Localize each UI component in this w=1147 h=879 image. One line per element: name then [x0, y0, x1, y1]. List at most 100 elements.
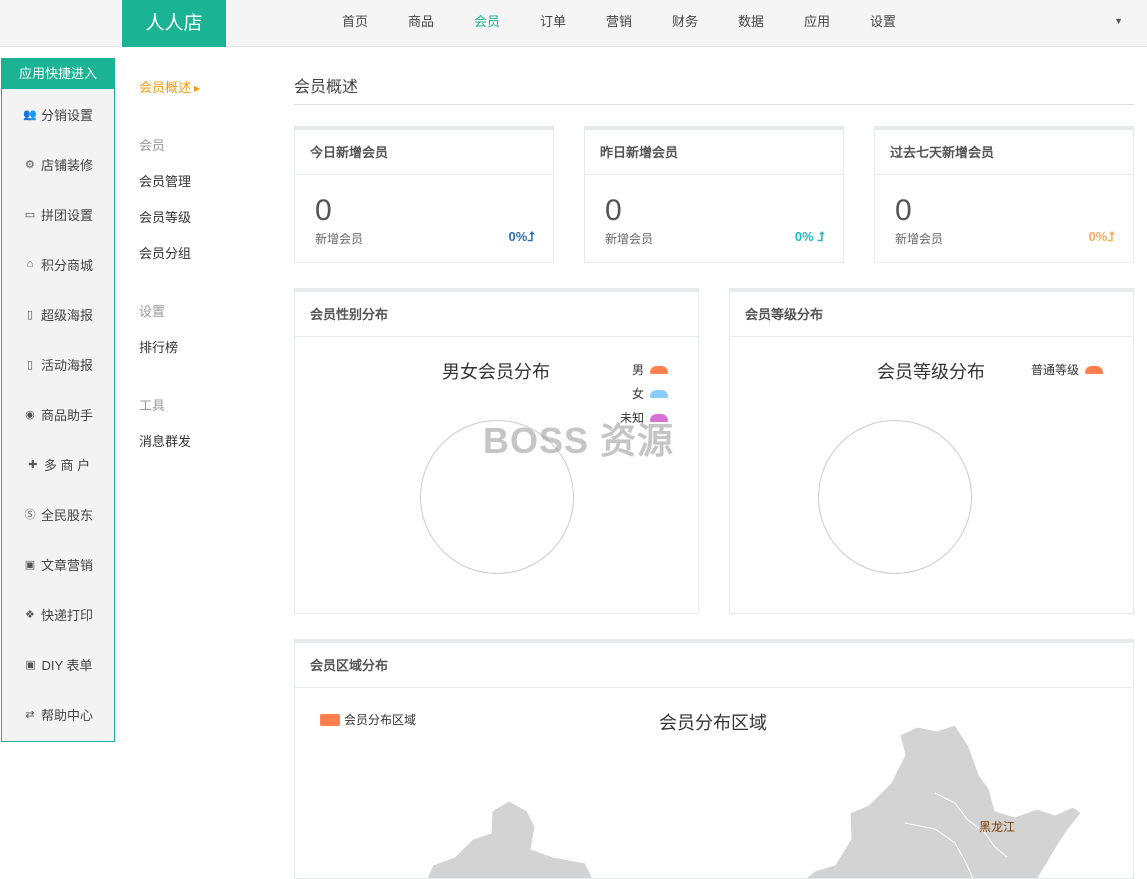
submenu-item-member-group[interactable]: 会员分组: [139, 243, 191, 262]
level-up-icon: ⮥: [1107, 229, 1115, 244]
quick-item-label: 拼团设置: [40, 207, 93, 223]
quick-item-shareholder[interactable]: Ⓢ 全民股东: [2, 489, 114, 539]
dropbox-icon: ❖: [25, 608, 35, 621]
submenu-item-overview[interactable]: 会员概述 ▶: [139, 77, 200, 96]
quick-item-label: 分销设置: [40, 107, 93, 123]
stat-percent-value: 0%: [508, 229, 528, 244]
card-title: 会员性别分布: [295, 292, 698, 337]
quick-item-multi-merchant[interactable]: ✚ 多 商 户: [2, 439, 114, 489]
level-up-icon: ⮥: [527, 229, 535, 244]
quick-item-points-mall[interactable]: ⌂ 积分商城: [2, 239, 114, 289]
stat-percent: 0%⮥: [1089, 229, 1115, 245]
stat-label: 新增会员: [315, 232, 364, 246]
region-distribution-card: 会员区域分布 会员分布区域 会员分布区域 黑龙江: [294, 639, 1134, 879]
quick-item-label: 活动海报: [40, 357, 93, 373]
stat-value: 0: [315, 194, 332, 227]
legend-label: 女: [631, 387, 644, 401]
legend-label: 普通等级: [1030, 363, 1079, 377]
user-plus-icon: ✚: [28, 458, 38, 471]
map-region-northeast: [805, 724, 1082, 878]
nav-data[interactable]: 数据: [718, 0, 784, 47]
quick-item-label: 多 商 户: [43, 457, 91, 473]
gift-icon: ⌂: [26, 258, 34, 270]
nav-members[interactable]: 会员: [454, 0, 520, 47]
quick-access-title: 应用快捷进入: [2, 59, 114, 89]
nav-home[interactable]: 首页: [322, 0, 388, 47]
submenu-item-member-level[interactable]: 会员等级: [139, 207, 191, 226]
quick-item-goods-helper[interactable]: ◉ 商品助手: [2, 389, 114, 439]
quick-item-label: 超级海报: [40, 307, 93, 323]
submenu-group-member: 会员: [139, 138, 166, 153]
level-up-icon: ⮥: [817, 229, 825, 244]
submenu-item-ranking[interactable]: 排行榜: [139, 337, 178, 356]
legend-item-normal-level[interactable]: 普通等级: [1031, 361, 1103, 378]
china-map: 黑龙江: [426, 724, 1082, 878]
chevron-down-icon[interactable]: ▼: [1114, 16, 1123, 26]
stat-percent-value: 0%: [794, 229, 814, 244]
quick-item-event-poster[interactable]: ▯ 活动海报: [2, 339, 114, 389]
legend-item-female[interactable]: 女: [632, 385, 668, 402]
submenu-item-label: 会员概述: [139, 80, 192, 95]
file-audio-icon: ▯: [26, 358, 34, 371]
stat-label: 新增会员: [605, 232, 654, 246]
main-nav: 首页 商品 会员 订单 营销 财务 数据 应用 设置: [322, 0, 916, 47]
legend-label: 男: [631, 363, 644, 377]
nav-finance[interactable]: 财务: [652, 0, 718, 47]
map-region-xinjiang: [426, 800, 594, 878]
document-icon: ▯: [26, 308, 34, 321]
quick-item-label: 快递打印: [40, 607, 93, 623]
stat-percent: 0% ⮥: [795, 229, 825, 245]
stat-label: 新增会员: [895, 232, 944, 246]
stat-value: 0: [895, 194, 912, 227]
legend-item-male[interactable]: 男: [632, 361, 668, 378]
legend-swatch: [650, 365, 668, 374]
quick-item-label: 帮助中心: [40, 707, 93, 723]
gear-icon: ⚙: [25, 158, 35, 171]
stat-card-title: 过去七天新增会员: [875, 130, 1133, 175]
submenu-item-member-manage[interactable]: 会员管理: [139, 171, 191, 190]
quick-item-help-center[interactable]: ⇄ 帮助中心: [2, 689, 114, 739]
submenu-group-settings: 设置: [139, 304, 166, 319]
cat-icon: ◉: [25, 408, 35, 421]
quick-item-label: 积分商城: [40, 257, 93, 273]
pie-chart-empty: [818, 420, 972, 574]
top-bar: 人人店 首页 商品 会员 订单 营销 财务 数据 应用 设置 ▼: [0, 0, 1147, 47]
quick-item-distribution[interactable]: 👥 分销设置: [2, 89, 114, 139]
level-distribution-card: 会员等级分布 会员等级分布 普通等级: [729, 288, 1134, 614]
nav-apps[interactable]: 应用: [784, 0, 850, 47]
nav-settings[interactable]: 设置: [850, 0, 916, 47]
quick-item-express-print[interactable]: ❖ 快递打印: [2, 589, 114, 639]
submenu-group-tools: 工具: [139, 398, 166, 413]
quick-item-label: 商品助手: [40, 407, 93, 423]
brand-logo[interactable]: 人人店: [122, 0, 226, 47]
skype-icon: Ⓢ: [24, 509, 36, 521]
quick-item-diy-form[interactable]: ▣ DIY 表单: [2, 639, 114, 689]
quick-item-group-buy[interactable]: ▭ 拼团设置: [2, 189, 114, 239]
stat-card-yesterday: 昨日新增会员 0 新增会员 0% ⮥: [584, 126, 844, 263]
stat-percent: 0%⮥: [509, 229, 535, 245]
stat-value: 0: [605, 194, 622, 227]
card-title: 会员等级分布: [730, 292, 1133, 337]
quick-item-label: 文章营销: [40, 557, 93, 573]
stat-card-title: 昨日新增会员: [585, 130, 843, 175]
chart-title: 会员等级分布: [877, 362, 985, 383]
quick-item-super-poster[interactable]: ▯ 超级海报: [2, 289, 114, 339]
legend-swatch: [650, 389, 668, 398]
title-divider: [294, 104, 1134, 105]
quick-item-label: 店铺装修: [40, 157, 93, 173]
quick-item-label: 全民股东: [40, 507, 93, 523]
nav-goods[interactable]: 商品: [388, 0, 454, 47]
page-title: 会员概述: [294, 79, 359, 96]
stat-card-seven-days: 过去七天新增会员 0 新增会员 0%⮥: [874, 126, 1134, 263]
users-icon: 👥: [23, 108, 37, 121]
nav-orders[interactable]: 订单: [520, 0, 586, 47]
quick-item-decoration[interactable]: ⚙ 店铺装修: [2, 139, 114, 189]
newspaper-icon: ▣: [24, 558, 36, 571]
caret-right-icon: ▶: [194, 84, 201, 93]
legend-swatch: [1085, 365, 1103, 374]
stat-percent-value: 0%: [1088, 229, 1108, 244]
credit-card-icon: ▭: [24, 208, 36, 221]
submenu-item-broadcast[interactable]: 消息群发: [139, 431, 191, 450]
quick-item-article-marketing[interactable]: ▣ 文章营销: [2, 539, 114, 589]
nav-marketing[interactable]: 营销: [586, 0, 652, 47]
